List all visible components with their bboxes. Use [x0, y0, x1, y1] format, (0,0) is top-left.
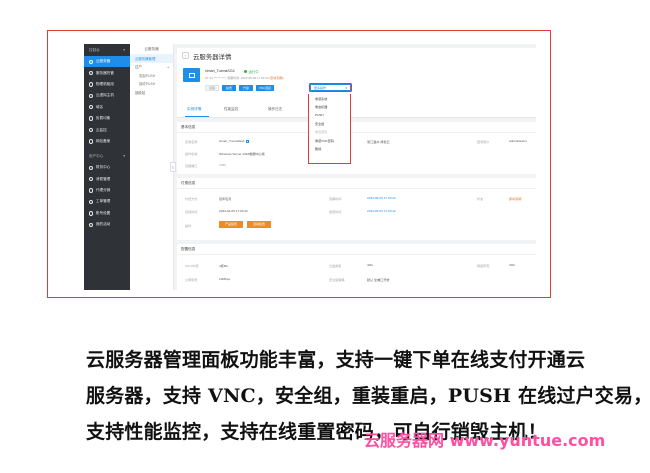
sidebar-item-domain[interactable]: 域名: [84, 102, 130, 113]
chevron-down-icon: ▾: [123, 48, 125, 52]
sidebar-item-hosting[interactable]: 服务器托管: [84, 67, 130, 78]
bill-icon: [89, 177, 94, 182]
submenu-title: 云服务器: [144, 46, 159, 51]
chevron-down-icon: ▾: [345, 85, 347, 90]
status-dot-icon: [244, 70, 247, 73]
tab-instance[interactable]: 实例详情: [187, 107, 201, 112]
main-content: ‹ 云服务器详情 ximan_TuxmaSG4 运行中 IP: 43.***.*…: [174, 44, 536, 290]
ticket-icon: [89, 199, 94, 205]
menu-item-delete[interactable]: 删除: [309, 144, 350, 152]
sidebar-item-vhost[interactable]: 云虚拟主机: [84, 90, 130, 101]
menu-item-push[interactable]: PUSH: [309, 111, 350, 119]
host-icon: [89, 93, 94, 99]
menu-item-reinstall[interactable]: 重装系统: [309, 94, 350, 102]
tab-log[interactable]: 操作日志: [268, 107, 282, 112]
user-icon: [89, 211, 94, 216]
basic-info-title: 基本信息: [181, 125, 196, 129]
status-badge: 运行中: [244, 69, 259, 74]
sidebar-item-agent[interactable]: 代理分销: [84, 185, 130, 196]
auto-renew-button[interactable]: 自动续费: [247, 221, 271, 228]
menu-item-reset-vnc[interactable]: 重装VNC密码: [309, 136, 350, 144]
submenu-item-push-receive[interactable]: 接收PUSH: [130, 80, 173, 89]
wallet-icon: [89, 165, 94, 171]
sidebar-item-account[interactable]: 账号设置: [84, 208, 130, 219]
share-icon: [89, 188, 94, 193]
sidebar-item-physical[interactable]: 物理机租用: [84, 79, 130, 90]
sidebar-item-consume[interactable]: 消费管理: [84, 174, 130, 185]
sidebar-item-icp[interactable]: 网站备案: [84, 136, 130, 147]
config-card: 配置信息 CPU/内存 4核8G 云盘类型 40G 网络带宽 40G 公网带宽 …: [177, 244, 536, 290]
watermark: 云服务器网 www.yuntue.com: [364, 431, 606, 450]
menu-item-security-group[interactable]: 安全组: [309, 119, 350, 127]
sidebar-item-activity[interactable]: 我的活动: [84, 219, 130, 230]
windows-icon: [183, 68, 200, 82]
sidebar-group-console[interactable]: 控制台 ▾: [84, 44, 130, 56]
billing-title: 付费信息: [181, 181, 196, 185]
basic-info-card: 基本信息 实例名称 ximan_TuxmaSG4 所属地域 浙江温州-绿色云 登…: [177, 122, 536, 174]
more-actions-dropdown: 重装系统 重启机器 PUSH 安全组 重置密码 重装VNC密码 删除: [308, 94, 351, 164]
more-actions-button[interactable]: 更多操作 ▾: [309, 83, 352, 92]
submenu-item-push-send[interactable]: 发起PUSH: [130, 71, 173, 80]
gift-icon: [89, 222, 94, 227]
server-name: ximan_TuxmaSG4: [205, 69, 235, 73]
balance-icon: [89, 116, 94, 121]
globe-icon: [89, 105, 94, 110]
config-title: 配置信息: [181, 247, 196, 251]
vnc-button[interactable]: VNC连接: [256, 85, 274, 91]
upgrade-button[interactable]: 升级: [239, 85, 253, 91]
sidebar-item-ticket[interactable]: 工单管理: [84, 196, 130, 207]
edit-icon[interactable]: [245, 139, 249, 143]
caption-line-1: 云服务器管理面板功能丰富，支持一键下单在线支付开通云: [86, 349, 586, 371]
monitor-icon: [89, 127, 94, 133]
menu-item-reset-password[interactable]: 重置密码: [309, 128, 350, 136]
caption-line-2: 服务器，支持 VNC，安全组，重装重启，PUSH 在线过户交易，: [86, 385, 650, 407]
submenu-item-transfer[interactable]: 过户 ▴: [130, 63, 173, 72]
renew-button[interactable]: 续费: [222, 85, 236, 91]
chevron-up-icon: ▴: [167, 64, 169, 69]
sidebar-item-cloud-server[interactable]: 云服务器: [84, 56, 130, 68]
expiry-status: 即将到期: [509, 197, 522, 201]
submenu-item-manage[interactable]: 云服务器管理: [130, 54, 173, 63]
machine-icon: [89, 82, 94, 87]
detail-tabs: 实例详情 性能监控 操作日志: [177, 104, 536, 118]
sidebar-group-user[interactable]: 用户中心 ▾: [84, 150, 130, 162]
console-screenshot: 控制台 ▾ 云服务器 服务器托管 物理机租用 云虚拟主机 域名 负载均衡 云监控 …: [84, 44, 536, 290]
server-icon: [89, 70, 94, 76]
product-renew-button[interactable]: 产品续费: [219, 221, 243, 228]
submenu-item-recycle[interactable]: 回收站: [130, 88, 173, 97]
cloud-icon: [89, 59, 94, 64]
menu-item-restart[interactable]: 重启机器: [309, 102, 350, 110]
tab-monitor[interactable]: 性能监控: [224, 107, 238, 112]
sidebar: 控制台 ▾ 云服务器 服务器托管 物理机租用 云虚拟主机 域名 负载均衡 云监控 …: [84, 44, 130, 290]
back-button[interactable]: ‹: [182, 52, 189, 59]
submenu: 云服务器 云服务器管理 过户 ▴ 发起PUSH 接收PUSH 回收站 ≡: [130, 44, 176, 290]
expiry-warning: (即将到期): [269, 76, 284, 80]
chevron-down-icon: ▾: [123, 154, 125, 159]
remote-button[interactable]: 远程: [205, 85, 219, 91]
record-icon: [89, 139, 94, 144]
server-meta: IP: 43.***.**.*** | 到期时间: 2023-05-06 17:…: [205, 76, 284, 80]
sidebar-item-monitor[interactable]: 云监控: [84, 124, 130, 135]
sidebar-item-lb[interactable]: 负载均衡: [84, 113, 130, 124]
active-tab-indicator: [185, 116, 209, 117]
sidebar-item-finance[interactable]: 财务中心: [84, 162, 130, 173]
page-title: 云服务器详情: [193, 54, 232, 61]
billing-card: 付费信息 付费方式 包年包月 到期时间 2023-06-06 17:03:42 …: [177, 178, 536, 240]
